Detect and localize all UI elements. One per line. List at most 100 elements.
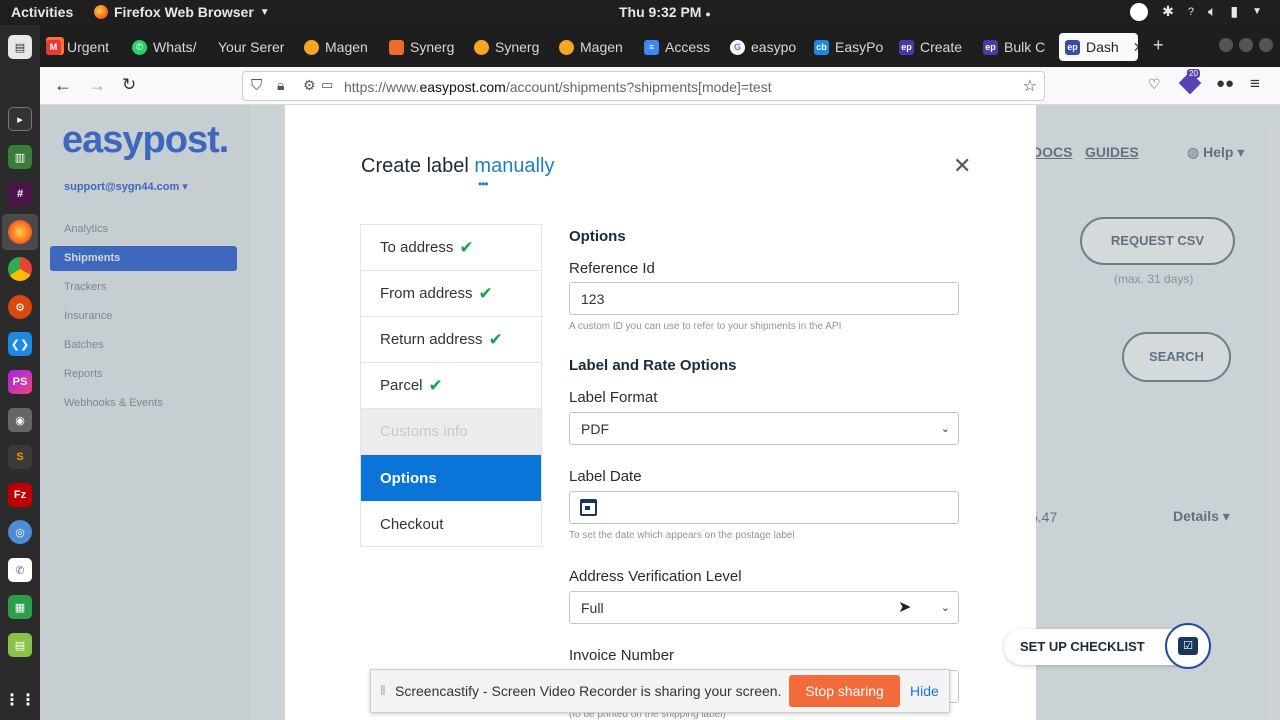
files-icon[interactable]: ▤ (8, 35, 32, 59)
step-customs-info: Customs info (361, 409, 541, 455)
checklist-icon[interactable]: ☑ (1165, 623, 1211, 669)
volume-icon[interactable]: 🔈︎ (1208, 3, 1216, 21)
tab-label: EasyPo (835, 39, 884, 55)
tab-label: Access (665, 39, 711, 55)
tab-10[interactable]: cb EasyPo (808, 33, 883, 61)
label-date-input[interactable] (569, 491, 959, 524)
url-text: https://www.easypost.com/account/shipmen… (344, 79, 772, 95)
notification-dot-icon: ● (705, 9, 711, 19)
check-icon: ✔ (488, 329, 503, 349)
settings-gear-icon[interactable]: ⚙ (8, 295, 32, 319)
tab-12[interactable]: ep Bulk C (977, 33, 1045, 61)
check-icon: ✔ (428, 375, 443, 395)
firefox-icon (94, 5, 108, 19)
viber-icon[interactable]: ✆ (8, 558, 32, 582)
phpstorm-icon[interactable]: PS (8, 370, 32, 394)
activities-button[interactable]: Activities (11, 4, 73, 20)
tab-active[interactable]: ep Dash ✕ (1059, 33, 1138, 61)
reference-id-input[interactable]: 123 (569, 282, 959, 315)
document-icon[interactable]: ▤ (8, 633, 32, 657)
step-to-address[interactable]: To address ✔ (361, 225, 541, 271)
new-tab-icon[interactable]: + (1153, 35, 1164, 56)
permissions-icon[interactable]: ⚙ (303, 77, 316, 94)
label-format-select[interactable]: PDF ⌄ (569, 412, 959, 445)
tab-7[interactable]: Magen (553, 33, 623, 61)
close-window-icon[interactable] (1259, 38, 1273, 52)
step-options[interactable]: Options (361, 455, 541, 501)
tab-label: Synerg (495, 39, 540, 55)
tab-11[interactable]: ep Create (893, 33, 962, 61)
tab-label: Urgent (67, 39, 110, 55)
address-verification-label: Address Verification Level (569, 568, 742, 585)
step-from-address[interactable]: From address ✔ (361, 271, 541, 317)
stop-sharing-button[interactable]: Stop sharing (789, 675, 900, 707)
magento-icon (389, 39, 404, 55)
chevron-down-icon: ⌄ (940, 602, 950, 614)
pocket-icon[interactable]: ♡ (1148, 76, 1161, 93)
step-parcel[interactable]: Parcel ✔ (361, 363, 541, 409)
chrome-icon[interactable] (8, 257, 32, 281)
help-icon[interactable]: ? (1188, 3, 1194, 21)
reload-icon[interactable]: ↻ (122, 75, 136, 95)
app-menu[interactable]: Firefox Web Browser ▼ (94, 4, 270, 20)
tab-4[interactable]: Magen (298, 33, 368, 61)
battery-icon[interactable]: ▮ (1230, 3, 1238, 21)
hide-button[interactable]: Hide (910, 683, 939, 699)
dock: ▤ ▸ ▥ # ⚙ ❮❯ PS ◉ S Fz ◎ ✆ ▦ ▤ ⋮⋮ (0, 25, 40, 720)
google-icon: G (730, 39, 745, 55)
menu-hamburger-icon[interactable]: ≡ (1250, 74, 1260, 94)
bookmark-star-icon[interactable]: ☆ (1023, 76, 1037, 96)
maximize-icon[interactable] (1239, 38, 1253, 52)
minimize-icon[interactable] (1219, 38, 1233, 52)
step-label: Parcel (380, 377, 423, 394)
slack-dock-icon[interactable]: # (8, 182, 32, 206)
tab-label: Synerg (410, 39, 455, 55)
calendar-day-mark (585, 506, 590, 510)
back-icon[interactable]: ← (54, 75, 72, 96)
chevron-down-icon: ⌄ (940, 423, 950, 435)
step-label: From address (380, 285, 473, 302)
label-format-value: PDF (581, 421, 609, 437)
filezilla-icon[interactable]: Fz (8, 483, 32, 507)
tab-9[interactable]: Geasypo (724, 33, 796, 61)
modal-title: Create label manually (361, 155, 554, 178)
tab-3[interactable]: Your Serer (212, 33, 284, 61)
extension-badge: 20 (1187, 69, 1200, 78)
url-bar[interactable]: ⛉ 🔒︎ ⚙ ▭ https://www.easypost.com/accoun… (242, 71, 1045, 101)
step-return-address[interactable]: Return address ✔ (361, 317, 541, 363)
tab-favicon: M (46, 39, 61, 55)
tab-5[interactable]: Synerg (383, 33, 454, 61)
tab-label: Dash (1086, 39, 1119, 55)
tab-2[interactable]: ✆ Whats/ (126, 33, 197, 61)
slack-icon[interactable]: ✱ (1162, 3, 1174, 21)
system-monitor-icon[interactable]: ▥ (8, 145, 32, 169)
tab-8[interactable]: ≡ Access (638, 33, 710, 61)
power-menu-icon[interactable]: ▼ (1252, 3, 1262, 21)
easypost-icon: ep (983, 39, 998, 55)
drag-handle-icon[interactable]: ‖ (380, 682, 386, 698)
lock-icon[interactable]: 🔒︎ (277, 77, 284, 94)
app-grid-icon[interactable]: ⋮⋮ (4, 688, 36, 712)
tab-label: Magen (325, 39, 368, 55)
step-label: Customs info (380, 423, 468, 440)
modal-title-accent: manually (474, 155, 555, 177)
spreadsheet-icon[interactable]: ▦ (8, 595, 32, 619)
clock[interactable]: Thu 9:32 PM ● (619, 4, 711, 20)
tab-1[interactable]: M Urgent (40, 33, 109, 61)
tab-6[interactable]: Synerg (468, 33, 539, 61)
close-tab-icon[interactable]: ✕ (1133, 39, 1138, 56)
page-info-icon[interactable]: ▭ (321, 77, 333, 93)
firefox-dock-icon[interactable] (8, 220, 32, 244)
terminal-icon[interactable]: ▸ (8, 107, 32, 131)
close-icon[interactable]: ✕ (953, 153, 971, 179)
sublime-icon[interactable]: S (8, 445, 32, 469)
step-checkout[interactable]: Checkout (361, 501, 541, 547)
chromium-icon[interactable]: ◎ (8, 520, 32, 544)
screenshot-icon[interactable]: ◉ (8, 408, 32, 432)
extensions-icon[interactable]: ●● (1216, 75, 1234, 92)
forward-icon[interactable]: → (88, 75, 106, 96)
shield-icon[interactable]: ⛉ (251, 77, 262, 94)
slack-tray-icon[interactable] (1130, 3, 1149, 21)
window-controls (1219, 38, 1273, 52)
vscode-icon[interactable]: ❮❯ (8, 332, 32, 356)
